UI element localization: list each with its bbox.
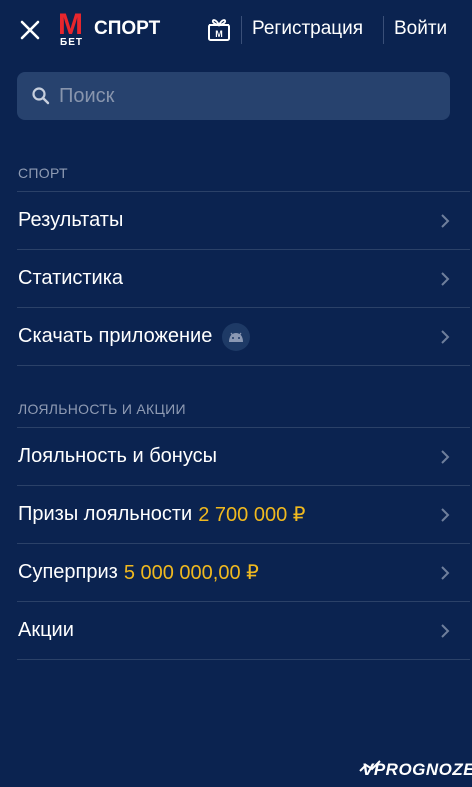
menu-item-label: Скачать приложение — [18, 325, 213, 347]
chevron-right-icon — [441, 330, 450, 344]
search-box[interactable] — [17, 72, 450, 120]
close-icon — [20, 20, 40, 40]
menu-item-statistics[interactable]: Статистика — [17, 249, 470, 307]
login-link[interactable]: Войти — [394, 18, 447, 40]
header-divider — [383, 16, 384, 44]
menu-item-label: Призы лояльности — [18, 503, 193, 525]
section-title-loyalty: ЛОЯЛЬНОСТЬ И АКЦИИ — [18, 401, 186, 417]
svg-text:M: M — [215, 29, 223, 39]
menu-item-label: Суперприз — [18, 561, 118, 583]
logo-sport: СПОРТ — [94, 18, 161, 39]
menu-item-superprize[interactable]: Суперприз 5 000 000,00 ₽ — [17, 543, 470, 601]
android-icon — [229, 332, 244, 342]
menu-item-promotions[interactable]: Акции — [17, 601, 470, 660]
menu-item-download-app[interactable]: Скачать приложение — [17, 307, 470, 365]
top-bar: M БЕТ СПОРТ M Регистрация Войти — [0, 0, 472, 60]
menu-item-label: Результаты — [18, 209, 124, 231]
logo[interactable]: M БЕТ СПОРТ — [58, 8, 161, 50]
menu-item-label: Статистика — [18, 267, 124, 289]
search-input[interactable] — [57, 83, 441, 109]
chevron-right-icon — [441, 450, 450, 464]
superprize-amount: 5 000 000,00 ₽ — [123, 562, 259, 584]
menu-item-label: Лояльность и бонусы — [18, 445, 217, 467]
section-title-sport: СПОРТ — [18, 165, 68, 181]
chevron-right-icon — [441, 566, 450, 580]
prize-amount: 2 700 000 ₽ — [198, 504, 306, 526]
header-divider — [241, 16, 242, 44]
register-link[interactable]: Регистрация — [252, 18, 363, 40]
menu-item-label: Акции — [18, 619, 74, 641]
menu-item-loyalty-prizes[interactable]: Призы лояльности 2 700 000 ₽ — [17, 485, 470, 543]
logo-m: M — [58, 8, 83, 41]
watermark: VPROGNOZE — [362, 760, 472, 779]
search-icon — [32, 87, 50, 105]
close-button[interactable] — [16, 16, 44, 44]
gift-icon: M — [208, 19, 230, 41]
divider — [17, 365, 470, 366]
logo-bet: БЕТ — [60, 37, 83, 48]
gift-button[interactable]: M — [206, 16, 232, 42]
android-badge — [222, 322, 251, 351]
chevron-right-icon — [441, 272, 450, 286]
chevron-right-icon — [441, 214, 450, 228]
chevron-right-icon — [441, 508, 450, 522]
menu-item-loyalty-bonuses[interactable]: Лояльность и бонусы — [17, 427, 470, 485]
menu-item-results[interactable]: Результаты — [17, 191, 470, 249]
chevron-right-icon — [441, 624, 450, 638]
